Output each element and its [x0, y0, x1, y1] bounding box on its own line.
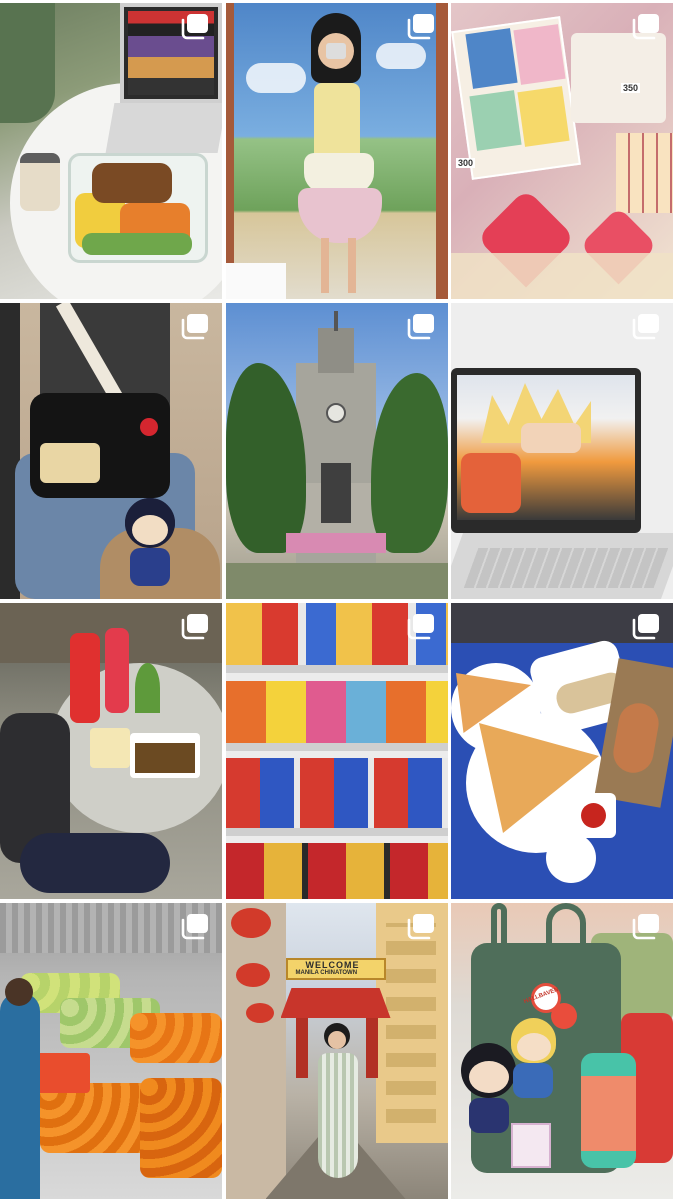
post-photo-chinatown-street: WELCOME MANILA CHINATOWN [225, 903, 448, 1199]
carousel-icon [406, 913, 436, 941]
price-tag: 350 [621, 83, 641, 93]
post-tile-8[interactable] [225, 603, 448, 899]
profile-post-grid: 350 300 WELCOME MANILA CHINATOWN HALLBAV… [0, 0, 673, 1200]
post-tile-4[interactable] [0, 303, 222, 599]
post-tile-2[interactable] [225, 3, 448, 299]
post-photo-noodle-shelves [225, 603, 448, 899]
post-tile-12[interactable]: HALLBAVEN [451, 903, 673, 1199]
post-tile-1[interactable] [0, 3, 222, 299]
chinatown-sign-welcome: WELCOME [305, 960, 360, 970]
post-tile-7[interactable] [0, 603, 222, 899]
post-tile-5[interactable] [225, 303, 448, 599]
chinatown-sign-name: MANILA CHINATOWN [295, 970, 358, 976]
carousel-icon [180, 13, 210, 41]
post-photo-salad-laptop [0, 3, 222, 299]
post-tile-10[interactable] [0, 903, 222, 1199]
carousel-icon [406, 313, 436, 341]
carousel-icon [180, 313, 210, 341]
post-tile-6[interactable] [451, 303, 673, 599]
carousel-icon [406, 13, 436, 41]
post-photo-clock-tower [225, 303, 448, 599]
post-photo-fruit-stand [0, 903, 222, 1199]
carousel-icon [180, 613, 210, 641]
carousel-icon [631, 913, 661, 941]
post-tile-11[interactable]: WELCOME MANILA CHINATOWN [225, 903, 448, 1199]
carousel-icon [406, 613, 436, 641]
post-tile-9[interactable] [451, 603, 673, 899]
post-photo-pizza-table [451, 603, 673, 899]
carousel-icon [631, 613, 661, 641]
post-photo-tote-keychains: HALLBAVEN [451, 903, 673, 1199]
carousel-icon [631, 13, 661, 41]
post-photo-stationery-shop: 350 300 [451, 3, 673, 299]
carousel-icon [180, 913, 210, 941]
price-tag: 300 [456, 158, 476, 168]
post-photo-bag-plush [0, 303, 222, 599]
post-photo-outdoor-table [0, 603, 222, 899]
post-photo-mural-selfie [225, 3, 448, 299]
post-tile-3[interactable]: 350 300 [451, 3, 673, 299]
post-photo-laptop-anime [451, 303, 673, 599]
carousel-icon [631, 313, 661, 341]
